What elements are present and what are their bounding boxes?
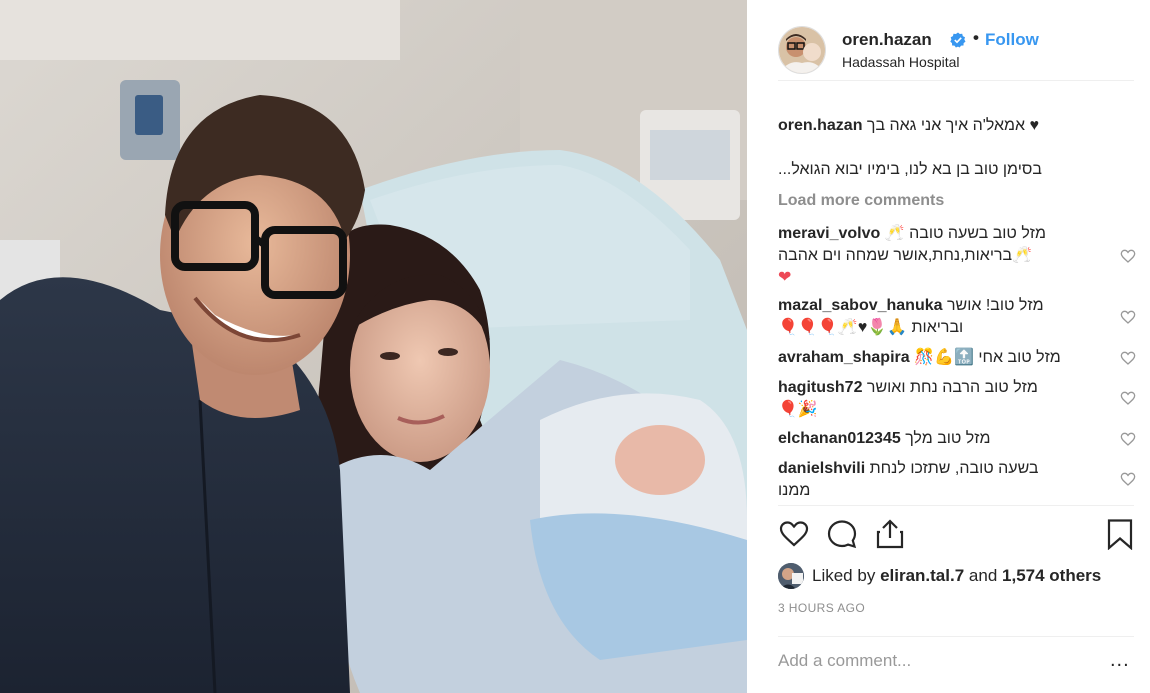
comment-text-cont: ובריאות 🙏🌷♥🥂🎈🎈🎈	[778, 319, 964, 336]
comment-text: מזל טוב הרבה נחת ואושר	[866, 379, 1038, 396]
add-comment-input[interactable]: Add a comment...	[778, 651, 911, 671]
header-separator: •	[973, 28, 979, 47]
like-heart-icon[interactable]	[778, 518, 810, 550]
bookmark-icon[interactable]	[1104, 518, 1136, 550]
add-comment-bar: Add a comment... ...	[778, 636, 1134, 685]
comment-item: elchanan012345 מזל טוב מלך	[778, 428, 1098, 450]
caption-text-1: ♥ אמאל'ה איך אני גאה בך	[867, 117, 1039, 134]
comment-text-line: בריאות,נחת,אושר שמחה וים אהבה	[778, 247, 1013, 264]
verified-icon	[950, 32, 966, 48]
comment-item: danielshvili בשעה טובה, שתזכו לנחת ממנו	[778, 458, 1098, 502]
caption-line-1: oren.hazan ♥ אמאל'ה איך אני גאה בך	[778, 116, 1039, 136]
comment-text-cont: 🥂בריאות,נחת,אושר שמחה וים אהבה	[778, 247, 1033, 264]
comment-username[interactable]: hagitush72	[778, 379, 862, 396]
post-timestamp[interactable]: 3 HOURS AGO	[778, 601, 865, 615]
comment-username[interactable]: mazal_sabov_hanuka	[778, 297, 943, 314]
avatar-image	[779, 27, 825, 73]
more-options-icon[interactable]: ...	[1110, 650, 1130, 670]
comment-item: hagitush72 מזל טוב הרבה נחת ואושר 🎈🎉	[778, 377, 1098, 421]
comment-text-line: מזל טוב אחי	[978, 349, 1061, 366]
comment-icon[interactable]	[826, 518, 858, 550]
comment-username[interactable]: danielshvili	[778, 460, 865, 477]
comment-text-line: ובריאות	[911, 319, 964, 336]
comment-text: מזל טוב אחי 🔝💪🎊	[914, 349, 1061, 366]
comment-username[interactable]: elchanan012345	[778, 430, 901, 447]
heart-icon[interactable]	[1120, 350, 1136, 366]
likes-count[interactable]: 1,574 others	[1002, 566, 1101, 585]
follow-button[interactable]: Follow	[985, 30, 1039, 50]
caption-text-2: בסימן טוב בן בא לנו, בימיו יבוא הגואל...	[778, 161, 1042, 178]
likes-and: and	[968, 566, 998, 585]
post-side-panel: oren.hazan • Follow Hadassah Hospital or…	[760, 0, 1150, 693]
caption-username[interactable]: oren.hazan	[778, 117, 862, 134]
comment-username[interactable]: meravi_volvo	[778, 225, 880, 242]
liker-avatar-image	[778, 563, 804, 589]
avatar[interactable]	[778, 26, 826, 74]
post-photo[interactable]	[0, 0, 747, 693]
likes-text: Liked by eliran.tal.7 and 1,574 others	[812, 566, 1101, 586]
heart-icon[interactable]	[1120, 309, 1136, 325]
post-photo-image	[0, 0, 747, 693]
load-more-comments[interactable]: Load more comments	[778, 192, 944, 210]
comment-text-line: מזל טוב בשעה טובה	[909, 225, 1046, 242]
post-location[interactable]: Hadassah Hospital	[842, 54, 960, 70]
post-header: oren.hazan • Follow Hadassah Hospital	[778, 20, 1134, 81]
share-icon[interactable]	[874, 518, 906, 550]
heart-emoji: ♥	[1029, 117, 1040, 134]
comment-text: מזל טוב מלך	[905, 430, 991, 447]
heart-icon[interactable]	[1120, 471, 1136, 487]
caption-line-2: בסימן טוב בן בא לנו, בימיו יבוא הגואל...	[778, 160, 1042, 180]
comment-emoji: 🎈🎉	[778, 401, 818, 418]
heart-icon[interactable]	[1120, 431, 1136, 447]
caption-line1-text: אמאל'ה איך אני גאה בך	[866, 117, 1026, 134]
likes-prefix: Liked by	[812, 566, 876, 585]
heart-icon[interactable]	[1120, 390, 1136, 406]
comment-text: בשעה טובה, שתזכו לנחת	[869, 460, 1039, 477]
liker-avatar[interactable]	[778, 563, 804, 589]
heart-icon[interactable]	[1120, 248, 1136, 264]
instagram-post: oren.hazan • Follow Hadassah Hospital or…	[0, 0, 1150, 693]
red-heart-emoji: ❤	[778, 269, 792, 286]
post-username[interactable]: oren.hazan	[842, 30, 932, 50]
comment-text: מזל טוב! אושר	[946, 297, 1044, 314]
comment-item: meravi_volvo מזל טוב בשעה טובה 🥂 🥂בריאות…	[778, 223, 1098, 289]
comment-text: מזל טוב בשעה טובה 🥂	[884, 225, 1046, 242]
liker-username[interactable]: eliran.tal.7	[880, 566, 964, 585]
comment-username[interactable]: avraham_shapira	[778, 349, 910, 366]
comment-item: mazal_sabov_hanuka מזל טוב! אושר ובריאות…	[778, 295, 1098, 339]
comment-item: avraham_shapira מזל טוב אחי 🔝💪🎊	[778, 347, 1098, 369]
comment-text-cont: ממנו	[778, 482, 811, 499]
